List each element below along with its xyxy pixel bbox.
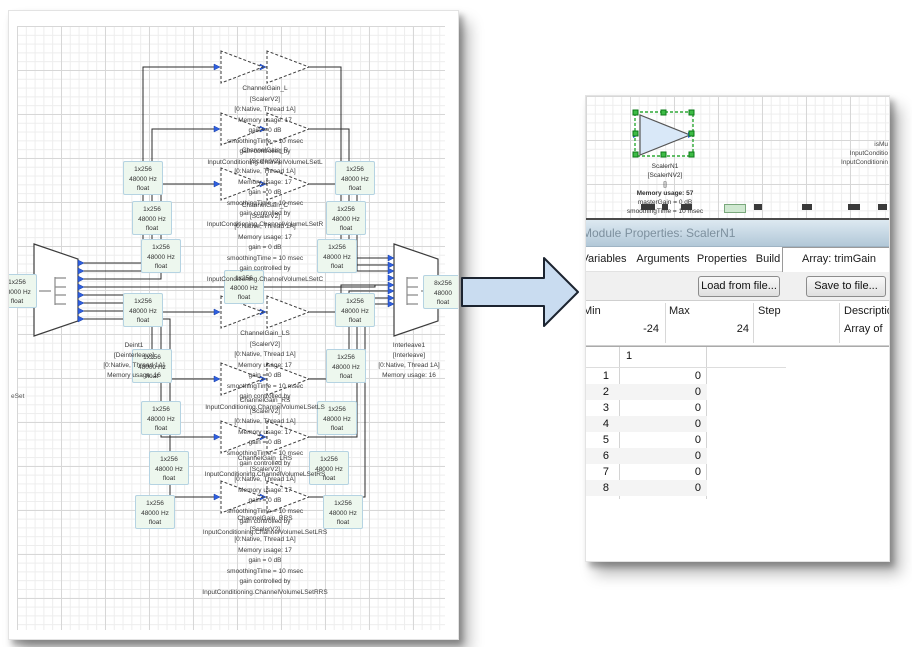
wire-type-box: 1x25648000 Hzfloat (335, 293, 375, 327)
pin-icon (388, 262, 394, 268)
tab-build[interactable]: Build (750, 249, 786, 269)
array-row: 10 (586, 368, 707, 384)
description-value: Array of (844, 323, 890, 335)
module-properties-window: Module Properties: ScalerN1 Variables Ar… (586, 218, 889, 562)
array-column-header: 1 (586, 347, 786, 368)
array-row: 40 (586, 416, 707, 432)
wire-type-box: 1x25648000 Hzfloat (123, 293, 163, 327)
pin-icon (78, 292, 84, 298)
file-button-row: Load from file... Save to file... (586, 271, 889, 300)
block-type: [Interleave] (349, 351, 459, 361)
column-1-header: 1 (626, 350, 632, 362)
array-row: 20 (586, 384, 707, 400)
row-number: 4 (586, 416, 619, 432)
pin-icon (78, 316, 84, 322)
clipped-edge-text: isMu InputConditio InputConditionin (841, 140, 888, 167)
row-number: 3 (586, 400, 619, 416)
array-value-cell[interactable]: 0 (619, 384, 706, 400)
pin-icon (78, 300, 84, 306)
edge-line: InputConditio (841, 149, 888, 158)
pin-icon (388, 268, 394, 274)
pin-icon (388, 255, 394, 261)
selected-module[interactable] (632, 109, 698, 166)
array-value-cell[interactable]: 0 (619, 368, 706, 384)
col-step: Step (758, 305, 781, 317)
array-row: 30 (586, 400, 707, 416)
pin-icon (388, 288, 394, 294)
pin-icon (78, 260, 84, 266)
max-value: 24 (669, 323, 749, 335)
block-memory: Memory usage: 16 (349, 371, 459, 381)
scaler-triangle[interactable] (221, 51, 263, 83)
tab-variables[interactable]: Variables (585, 249, 630, 269)
wire-type-box: 1x25648000 Hzfloat (123, 161, 163, 195)
array-value-cell[interactable]: 0 (619, 480, 706, 496)
col-max: Max (669, 305, 690, 317)
scaler-module-shape[interactable] (640, 115, 690, 155)
interleave-label: Interleave1 [Interleave] [0:Native, Thre… (349, 341, 459, 381)
module-name: ScalerN1 (602, 162, 728, 171)
figure-canvas: 1x25648000 Hzfloat 1x25648000 Hzfloat 1x25… (0, 0, 912, 647)
edge-line: InputConditionin (841, 158, 888, 167)
array-rows: 1020304050607080 (586, 368, 707, 496)
designer-canvas-page: 1x25648000 Hzfloat 1x25648000 Hzfloat 1x25… (8, 10, 459, 640)
scaler-triangle[interactable] (267, 296, 309, 328)
row-number: 1 (586, 368, 619, 384)
pin-icon (78, 268, 84, 274)
param-summary: Min Max Step Description -24 24 Array of (586, 300, 889, 346)
module-type: [ScalerNV2] (602, 171, 728, 180)
array-row: 50 (586, 432, 707, 448)
array-row: 80 (586, 480, 707, 496)
flow-arrow (452, 248, 584, 336)
module-args: [] (602, 180, 728, 189)
array-value-cell[interactable]: 0 (619, 448, 706, 464)
col-min: Min (585, 305, 601, 317)
module-memory: Memory usage: 57 (602, 189, 728, 198)
window-title: Module Properties: ScalerN1 (585, 226, 735, 240)
clipped-edge-label: eSet (11, 393, 24, 400)
pin-icon (388, 301, 394, 307)
window-titlebar[interactable]: Module Properties: ScalerN1 (586, 220, 889, 247)
scaler-module-label: ChannelGain_RRS[ScalerV2][0:Native, Thre… (165, 514, 365, 598)
pin-icon (214, 309, 220, 315)
row-number: 2 (586, 384, 619, 400)
tab-arguments[interactable]: Arguments (630, 249, 696, 269)
array-value-cell[interactable]: 0 (619, 416, 706, 432)
pin-icon (78, 276, 84, 282)
tab-properties[interactable]: Properties (692, 249, 752, 269)
load-from-file-button[interactable]: Load from file... (698, 276, 780, 297)
row-number: 5 (586, 432, 619, 448)
tab-array-trimgain[interactable]: Array: trimGain (782, 247, 890, 272)
array-row: 60 (586, 448, 707, 464)
min-value: -24 (586, 323, 659, 335)
edge-line: isMu (841, 140, 888, 149)
array-value-cell[interactable]: 0 (619, 464, 706, 480)
properties-page: ScalerN1 [ScalerNV2] [] Memory usage: 57… (585, 95, 890, 562)
scaler-triangle[interactable] (267, 51, 309, 83)
input-wire-type-box: 1x25648000 Hzfloat (8, 274, 37, 308)
pin-icon (388, 295, 394, 301)
pin-icon (78, 308, 84, 314)
row-number: 8 (586, 480, 619, 496)
array-row: 70 (586, 464, 707, 480)
pin-icon (78, 284, 84, 290)
pin-icon (388, 275, 394, 281)
array-value-cell[interactable]: 0 (619, 432, 706, 448)
trimgain-array-table: 1 1020304050607080 (586, 346, 889, 509)
deinterleave-block[interactable] (34, 244, 78, 336)
block-name: Interleave1 (349, 341, 459, 351)
col-description: Description (844, 305, 890, 317)
save-to-file-button[interactable]: Save to file... (806, 276, 886, 297)
row-number: 7 (586, 464, 619, 480)
array-value-cell[interactable]: 0 (619, 400, 706, 416)
pin-icon (388, 282, 394, 288)
clipped-text-fragments (586, 204, 889, 214)
tab-bar: Variables Arguments Properties Build Arr… (586, 247, 889, 271)
pin-icon (214, 64, 220, 70)
scaler-module-label: ChannelGain_C[ScalerV2][0:Native, Thread… (165, 201, 365, 285)
row-number: 6 (586, 448, 619, 464)
block-thread: [0:Native, Thread 1A] (349, 361, 459, 371)
